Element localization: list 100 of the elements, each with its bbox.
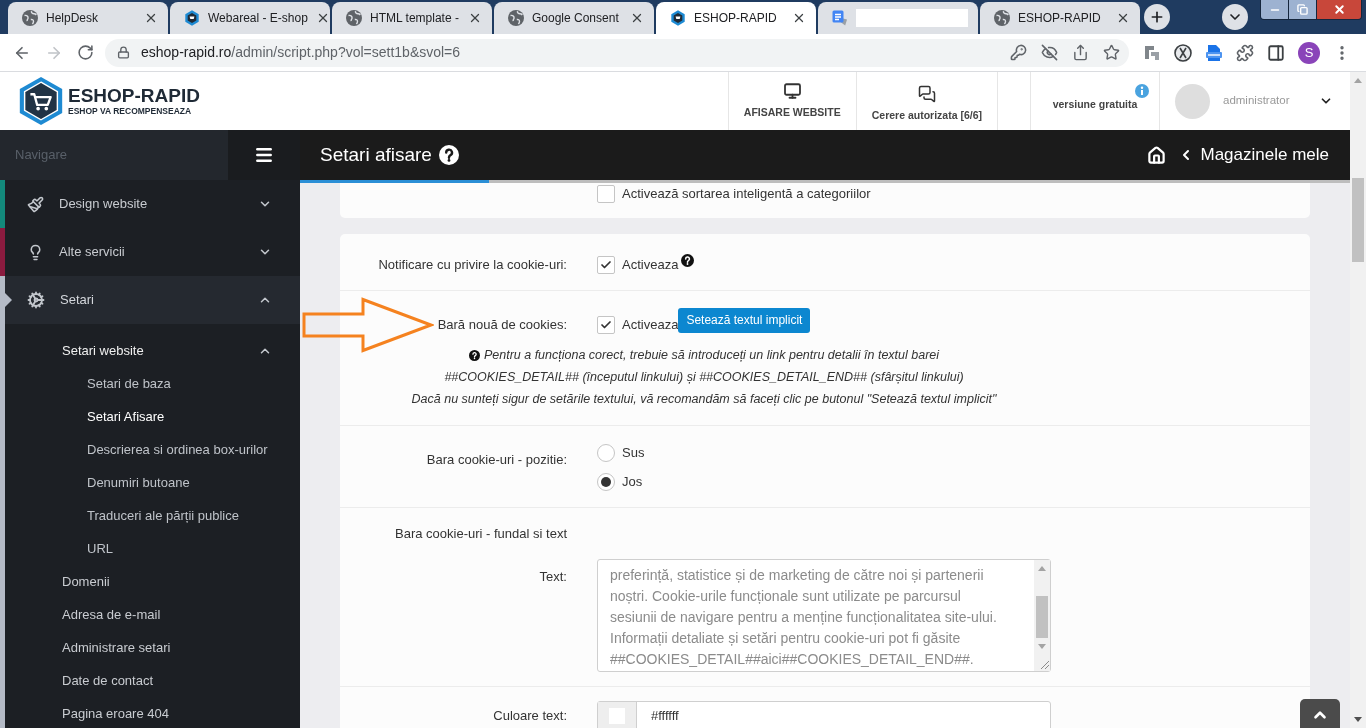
address-field[interactable]: eshop-rapid.ro/admin/script.php?vol=sett1b&svol=6 [105,38,1129,67]
sidebar-subitem[interactable]: URL [5,532,300,565]
close-icon[interactable] [468,11,482,25]
translate-icon [832,10,848,26]
logo-title: ESHOP-RAPID [68,86,200,106]
sidebar-subitem[interactable]: Denumiri butoane [5,466,300,499]
circle-extension-icon[interactable] [1174,43,1192,62]
browser-tab[interactable]: HelpDesk [8,2,168,34]
hexagon-logo-icon [670,10,686,26]
close-icon[interactable] [630,11,644,25]
checkbox[interactable] [597,185,615,203]
restore-button[interactable] [1289,0,1317,19]
plan-label: versiune gratuita [1052,97,1138,113]
tab-search-button[interactable] [1222,4,1248,30]
close-icon[interactable] [792,11,806,25]
close-window-button[interactable] [1317,0,1361,19]
breadcrumb-link[interactable]: Magazinele mele [1178,142,1329,168]
setting-label: Bară nouă de cookies: [437,317,567,332]
avatar-icon [1175,83,1210,119]
globe-icon [22,10,38,26]
checkbox-label: Activeaza [622,256,679,274]
help-text: ##COOKIES_DETAIL## (începutul linkului) și ##COOKIES_DETAIL_END## (sfârșitul linkului) [444,369,964,386]
sidebar-item[interactable]: Design website [5,180,300,228]
browser-tab[interactable]: ESHOP-RAPID [980,2,1140,34]
hexagon-logo-icon [184,10,200,26]
check-icon [600,319,612,331]
sidebar-subitem[interactable]: Administrare setari [5,631,300,664]
logo-tagline: ESHOP VA RECOMPENSEAZA [68,106,193,116]
share-icon[interactable] [1072,44,1089,61]
checkbox[interactable] [597,256,615,274]
checkbox-label: Activeaza [622,316,679,334]
default-text-button[interactable]: Setează textul implicit [678,308,811,333]
scroll-down-arrow-icon [1354,717,1362,722]
checkbox[interactable] [597,316,615,334]
scroll-top-button[interactable] [1300,699,1340,728]
home-icon[interactable] [1147,145,1167,165]
setting-label: Notificare cu privire la cookie-uri: [378,257,567,272]
restore-icon [1297,4,1308,15]
star-icon[interactable] [1103,44,1120,61]
close-icon[interactable] [144,11,158,25]
paintbrush-icon [27,195,44,213]
sidebar-subitem[interactable]: Date de contact [5,664,300,697]
sidebar-subitem[interactable]: Setari website [5,334,300,367]
badge-extension-icon[interactable] [1205,43,1223,62]
extension-icon[interactable] [1143,43,1161,62]
close-icon[interactable] [1116,11,1130,25]
lock-icon [117,46,130,59]
sidebar-item[interactable]: Setari [5,276,300,324]
field-label: Text: [539,569,567,584]
sidebar-item[interactable]: Alte servicii [5,228,300,276]
info-icon[interactable] [1135,84,1149,98]
setting-label: Bara cookie-uri - pozitie: [426,452,567,467]
eye-off-icon[interactable] [1041,44,1058,61]
sidebar-subitem[interactable]: Pagina eroare 404 [5,697,300,728]
reload-icon[interactable] [77,44,94,61]
browser-tab[interactable] [818,2,978,34]
text-area-field[interactable]: preferință, statistice și de marketing de către noi și partenerii noștri. Cookie-urile funcționale sunt utilizate pe parcursul sesiunii de navigare pentru a menține funcționalitatea site-ului. Informații detaliate și setări pentru cookie-uri pot fi găsite ##COOKIES_DETAIL##aici##COOKIES_DETAIL_END##. [597,559,1051,672]
chat-icon [917,85,936,103]
menu-button[interactable] [228,130,300,180]
sidebar-subitem[interactable]: Traduceri ale părții publice [5,499,300,532]
resize-grip-icon[interactable] [1039,659,1049,669]
side-panel-icon[interactable] [1267,43,1285,62]
profile-avatar[interactable]: S [1298,41,1320,64]
color-input-field[interactable]: #ffffff [597,701,1051,728]
radio-label: Jos [622,473,643,491]
check-icon [600,259,612,271]
scrollbar-thumb [1036,596,1048,638]
sidebar-subitem[interactable]: Setari de baza [5,367,300,400]
checkbox-label: Activează sortarea inteligentă a categoriilor [622,185,871,203]
scroll-up-arrow-icon [1038,566,1046,571]
close-icon [1332,3,1346,16]
browser-tab[interactable]: Webareal - E-shop [170,2,330,34]
sidebar-subitem[interactable]: Domenii [5,565,300,598]
radio-button[interactable] [597,444,615,462]
url-text: eshop-rapid.ro/admin/script.php?vol=sett1b&svol=6 [141,43,461,62]
globe-icon [508,10,524,26]
monitor-icon [782,82,802,100]
browser-tab[interactable]: ESHOP-RAPID [656,2,816,34]
page-title: Setari afisare [320,142,432,167]
browser-tab[interactable]: Google Consent [494,2,654,34]
sidebar-subitem[interactable]: Setari Afisare [5,400,300,433]
sidebar-heading: Navigare [15,146,68,165]
help-icon [438,145,459,165]
extensions-icon[interactable] [1236,43,1254,62]
section-label: Bara cookie-uri - fundal si text [395,526,567,541]
new-tab-button[interactable] [1144,4,1170,30]
scroll-down-arrow-icon [1038,644,1046,649]
key-icon[interactable] [1010,44,1027,61]
help-text: Dacă nu sunteți sigur de setările textului, vă recomandăm să faceți clic pe butonul "Setează textul implicit" [411,391,997,408]
field-label: Culoare text: [493,707,567,725]
sidebar-subitem[interactable]: Adresa de e-mail [5,598,300,631]
help-icon [468,349,480,361]
browser-tab[interactable]: HTML template - [332,2,492,34]
minimize-button[interactable] [1261,0,1289,19]
help-text: Pentru a funcționa corect, trebuie să introduceți un link pentru detalii în textul barei [483,347,940,364]
radio-button[interactable] [597,473,615,491]
radio-label: Sus [622,444,645,462]
globe-icon [994,10,1010,26]
globe-icon [346,10,362,26]
sidebar-subitem[interactable]: Descrierea si ordinea box-urilor [5,433,300,466]
